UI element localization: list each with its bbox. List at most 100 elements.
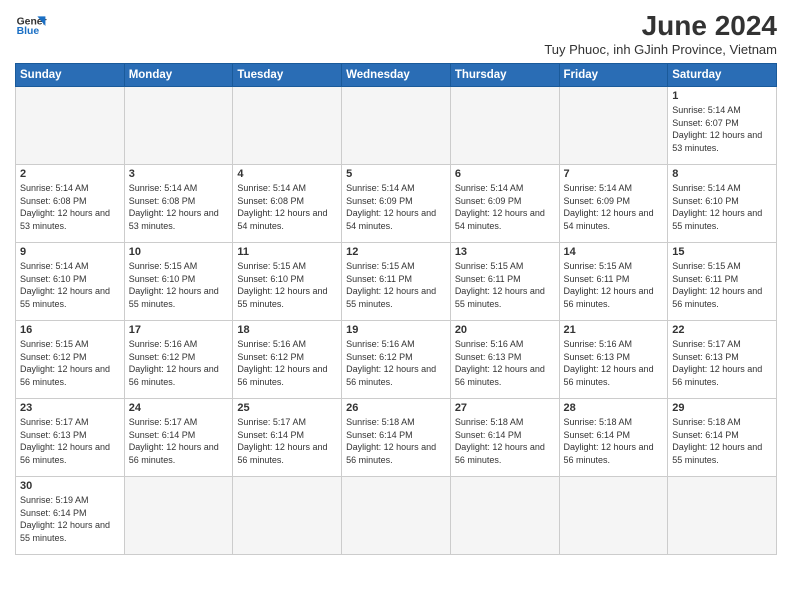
calendar-cell	[342, 87, 451, 165]
day-info: Sunrise: 5:14 AM Sunset: 6:09 PM Dayligh…	[564, 182, 664, 232]
calendar-cell: 23 Sunrise: 5:17 AM Sunset: 6:13 PM Dayli…	[16, 399, 125, 477]
day-info: Sunrise: 5:17 AM Sunset: 6:14 PM Dayligh…	[237, 416, 337, 466]
calendar-cell: 15Sunrise: 5:15 AM Sunset: 6:11 PM Dayli…	[668, 243, 777, 321]
day-number: 12	[346, 246, 446, 258]
day-number: 6	[455, 168, 555, 180]
day-number: 4	[237, 168, 337, 180]
day-info: Sunrise: 5:16 AM Sunset: 6:13 PM Dayligh…	[455, 338, 555, 388]
day-number: 26	[346, 402, 446, 414]
day-number: 13	[455, 246, 555, 258]
day-info: Sunrise: 5:17 AM Sunset: 6:14 PM Dayligh…	[129, 416, 229, 466]
day-info: Sunrise: 5:14 AM Sunset: 6:08 PM Dayligh…	[20, 182, 120, 232]
calendar-cell: 4 Sunrise: 5:14 AM Sunset: 6:08 PM Daylig…	[233, 165, 342, 243]
day-info: Sunrise: 5:18 AM Sunset: 6:14 PM Dayligh…	[564, 416, 664, 466]
calendar-table: SundayMondayTuesdayWednesdayThursdayFrid…	[15, 63, 777, 555]
calendar-cell: 27Sunrise: 5:18 AM Sunset: 6:14 PM Dayli…	[450, 399, 559, 477]
calendar-cell	[16, 87, 125, 165]
calendar-cell: 18Sunrise: 5:16 AM Sunset: 6:12 PM Dayli…	[233, 321, 342, 399]
day-info: Sunrise: 5:15 AM Sunset: 6:11 PM Dayligh…	[346, 260, 446, 310]
day-number: 10	[129, 246, 229, 258]
title-area: June 2024 Tuy Phuoc, inh GJinh Province,…	[544, 10, 777, 57]
day-number: 25	[237, 402, 337, 414]
calendar-cell: 26 Sunrise: 5:18 AM Sunset: 6:14 PM Dayli…	[342, 399, 451, 477]
month-year-title: June 2024	[544, 10, 777, 42]
day-number: 23	[20, 402, 120, 414]
day-info: Sunrise: 5:15 AM Sunset: 6:11 PM Dayligh…	[564, 260, 664, 310]
day-number: 16	[20, 324, 120, 336]
calendar-cell: 28Sunrise: 5:18 AM Sunset: 6:14 PM Dayli…	[559, 399, 668, 477]
day-info: Sunrise: 5:16 AM Sunset: 6:13 PM Dayligh…	[564, 338, 664, 388]
day-info: Sunrise: 5:14 AM Sunset: 6:08 PM Dayligh…	[237, 182, 337, 232]
calendar-cell: 2 Sunrise: 5:14 AM Sunset: 6:08 PM Daylig…	[16, 165, 125, 243]
calendar-cell: 12 Sunrise: 5:15 AM Sunset: 6:11 PM Dayli…	[342, 243, 451, 321]
day-number: 24	[129, 402, 229, 414]
day-number: 7	[564, 168, 664, 180]
day-header-monday: Monday	[124, 64, 233, 87]
calendar-cell: 5 Sunrise: 5:14 AM Sunset: 6:09 PM Daylig…	[342, 165, 451, 243]
calendar-week-5: 23 Sunrise: 5:17 AM Sunset: 6:13 PM Dayli…	[16, 399, 777, 477]
calendar-week-6: 30Sunrise: 5:19 AM Sunset: 6:14 PM Dayli…	[16, 477, 777, 555]
day-number: 18	[237, 324, 337, 336]
day-number: 1	[672, 90, 772, 102]
day-info: Sunrise: 5:16 AM Sunset: 6:12 PM Dayligh…	[346, 338, 446, 388]
calendar-cell: 17 Sunrise: 5:16 AM Sunset: 6:12 PM Dayli…	[124, 321, 233, 399]
day-info: Sunrise: 5:18 AM Sunset: 6:14 PM Dayligh…	[672, 416, 772, 466]
day-number: 29	[672, 402, 772, 414]
day-info: Sunrise: 5:14 AM Sunset: 6:07 PM Dayligh…	[672, 104, 772, 154]
calendar-cell: 9 Sunrise: 5:14 AM Sunset: 6:10 PM Daylig…	[16, 243, 125, 321]
calendar-cell: 19Sunrise: 5:16 AM Sunset: 6:12 PM Dayli…	[342, 321, 451, 399]
location-subtitle: Tuy Phuoc, inh GJinh Province, Vietnam	[544, 42, 777, 57]
day-info: Sunrise: 5:14 AM Sunset: 6:10 PM Dayligh…	[20, 260, 120, 310]
calendar-cell: 16Sunrise: 5:15 AM Sunset: 6:12 PM Dayli…	[16, 321, 125, 399]
day-header-tuesday: Tuesday	[233, 64, 342, 87]
calendar-cell: 21 Sunrise: 5:16 AM Sunset: 6:13 PM Dayli…	[559, 321, 668, 399]
day-info: Sunrise: 5:17 AM Sunset: 6:13 PM Dayligh…	[20, 416, 120, 466]
calendar-cell	[124, 87, 233, 165]
calendar-cell: 24 Sunrise: 5:17 AM Sunset: 6:14 PM Dayli…	[124, 399, 233, 477]
calendar-cell	[124, 477, 233, 555]
day-info: Sunrise: 5:14 AM Sunset: 6:09 PM Dayligh…	[455, 182, 555, 232]
day-header-saturday: Saturday	[668, 64, 777, 87]
calendar-cell	[668, 477, 777, 555]
calendar-cell: 22Sunrise: 5:17 AM Sunset: 6:13 PM Dayli…	[668, 321, 777, 399]
day-number: 17	[129, 324, 229, 336]
calendar-cell: 8 Sunrise: 5:14 AM Sunset: 6:10 PM Daylig…	[668, 165, 777, 243]
day-info: Sunrise: 5:16 AM Sunset: 6:12 PM Dayligh…	[129, 338, 229, 388]
day-number: 3	[129, 168, 229, 180]
calendar-cell	[559, 477, 668, 555]
calendar-cell	[342, 477, 451, 555]
day-info: Sunrise: 5:14 AM Sunset: 6:09 PM Dayligh…	[346, 182, 446, 232]
day-number: 27	[455, 402, 555, 414]
day-number: 9	[20, 246, 120, 258]
calendar-cell: 13 Sunrise: 5:15 AM Sunset: 6:11 PM Dayli…	[450, 243, 559, 321]
day-header-friday: Friday	[559, 64, 668, 87]
day-number: 21	[564, 324, 664, 336]
calendar-week-2: 2 Sunrise: 5:14 AM Sunset: 6:08 PM Daylig…	[16, 165, 777, 243]
day-info: Sunrise: 5:15 AM Sunset: 6:11 PM Dayligh…	[455, 260, 555, 310]
calendar-cell: 7 Sunrise: 5:14 AM Sunset: 6:09 PM Daylig…	[559, 165, 668, 243]
day-header-thursday: Thursday	[450, 64, 559, 87]
day-info: Sunrise: 5:15 AM Sunset: 6:10 PM Dayligh…	[129, 260, 229, 310]
day-number: 22	[672, 324, 772, 336]
calendar-cell: 29 Sunrise: 5:18 AM Sunset: 6:14 PM Dayli…	[668, 399, 777, 477]
day-info: Sunrise: 5:14 AM Sunset: 6:10 PM Dayligh…	[672, 182, 772, 232]
day-number: 5	[346, 168, 446, 180]
calendar-cell: 14 Sunrise: 5:15 AM Sunset: 6:11 PM Dayli…	[559, 243, 668, 321]
day-info: Sunrise: 5:15 AM Sunset: 6:10 PM Dayligh…	[237, 260, 337, 310]
day-info: Sunrise: 5:19 AM Sunset: 6:14 PM Dayligh…	[20, 494, 120, 544]
calendar-cell: 20Sunrise: 5:16 AM Sunset: 6:13 PM Dayli…	[450, 321, 559, 399]
day-number: 11	[237, 246, 337, 258]
day-info: Sunrise: 5:14 AM Sunset: 6:08 PM Dayligh…	[129, 182, 229, 232]
calendar-cell	[233, 477, 342, 555]
day-info: Sunrise: 5:18 AM Sunset: 6:14 PM Dayligh…	[346, 416, 446, 466]
calendar-cell	[450, 477, 559, 555]
day-number: 14	[564, 246, 664, 258]
calendar-cell	[559, 87, 668, 165]
calendar-cell	[450, 87, 559, 165]
day-number: 8	[672, 168, 772, 180]
calendar-week-3: 9 Sunrise: 5:14 AM Sunset: 6:10 PM Daylig…	[16, 243, 777, 321]
calendar-cell: 11 Sunrise: 5:15 AM Sunset: 6:10 PM Dayli…	[233, 243, 342, 321]
svg-text:Blue: Blue	[17, 26, 40, 37]
calendar-cell: 1 Sunrise: 5:14 AM Sunset: 6:07 PM Daylig…	[668, 87, 777, 165]
day-number: 2	[20, 168, 120, 180]
